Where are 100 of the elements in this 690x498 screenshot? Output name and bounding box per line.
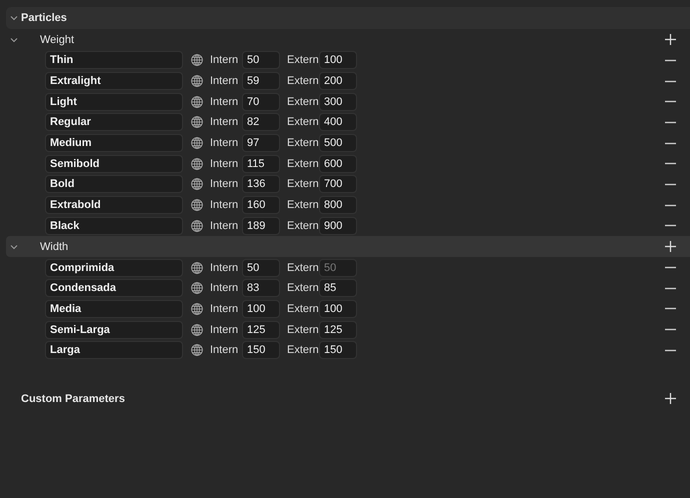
intern-field[interactable]: 50 (242, 258, 280, 277)
extern-field[interactable]: 100 (319, 300, 357, 318)
globe-icon[interactable] (191, 220, 203, 232)
minus-icon[interactable] (665, 100, 676, 104)
group-title: Weight (40, 34, 76, 46)
intern-label: Intern (210, 262, 240, 274)
extern-field[interactable]: 85 (319, 279, 357, 298)
extern-field[interactable]: 100 (319, 51, 357, 70)
name-field[interactable]: Black (45, 216, 183, 235)
extern-label: Extern (287, 158, 317, 170)
name-field[interactable]: Semi-Larga (45, 320, 183, 339)
plus-icon[interactable] (665, 241, 676, 252)
minus-icon[interactable] (665, 162, 676, 166)
extern-field[interactable]: 125 (319, 320, 357, 339)
extern-field[interactable]: 50 (319, 258, 357, 277)
globe-icon[interactable] (191, 178, 203, 190)
globe-icon[interactable] (191, 282, 203, 294)
globe-icon[interactable] (191, 302, 203, 315)
minus-icon[interactable] (665, 204, 676, 207)
globe-icon[interactable] (191, 262, 203, 274)
name-field[interactable]: Extrabold (45, 196, 183, 214)
extern-field[interactable]: 150 (319, 341, 357, 360)
chevron-icon[interactable] (10, 36, 18, 44)
intern-field[interactable]: 59 (242, 72, 280, 90)
intern-field[interactable]: 100 (242, 300, 280, 318)
intern-field[interactable]: 97 (242, 134, 280, 152)
minus-icon[interactable] (665, 307, 676, 310)
intern-label: Intern (210, 75, 240, 88)
minus-icon[interactable] (665, 328, 676, 332)
minus-icon[interactable] (665, 120, 676, 124)
chevron-icon[interactable] (10, 242, 18, 251)
plus-icon[interactable] (665, 34, 676, 45)
minus-icon[interactable] (665, 142, 676, 145)
minus-icon[interactable] (665, 58, 676, 62)
extern-label: Extern (287, 75, 317, 88)
extern-label: Extern (287, 137, 317, 150)
extern-label: Extern (287, 324, 317, 336)
extern-label: Extern (287, 96, 317, 108)
minus-icon[interactable] (665, 286, 676, 290)
minus-icon[interactable] (665, 80, 676, 83)
extern-label: Extern (287, 344, 317, 356)
intern-field[interactable]: 83 (242, 279, 280, 298)
globe-icon[interactable] (191, 75, 203, 88)
extern-field[interactable]: 700 (319, 175, 357, 194)
extern-field[interactable]: 900 (319, 216, 357, 235)
intern-label: Intern (210, 282, 240, 294)
extern-field[interactable]: 300 (319, 92, 357, 111)
name-field[interactable]: Media (45, 300, 183, 318)
name-field[interactable]: Comprimida (45, 258, 183, 277)
intern-field[interactable]: 50 (242, 51, 280, 70)
name-field[interactable]: Extralight (45, 72, 183, 90)
intern-label: Intern (210, 137, 240, 150)
plus-icon[interactable] (665, 393, 676, 404)
intern-field[interactable]: 70 (242, 92, 280, 111)
extern-label: Extern (287, 54, 317, 66)
extern-label: Extern (287, 116, 317, 128)
name-field[interactable]: Regular (45, 113, 183, 132)
extern-field[interactable]: 800 (319, 196, 357, 214)
intern-field[interactable]: 115 (242, 154, 280, 173)
globe-icon[interactable] (191, 54, 203, 66)
minus-icon[interactable] (665, 224, 676, 228)
extern-field[interactable]: 200 (319, 72, 357, 90)
extern-field[interactable]: 500 (319, 134, 357, 152)
intern-label: Intern (210, 116, 240, 128)
name-field[interactable]: Bold (45, 175, 183, 194)
extern-label: Extern (287, 302, 317, 315)
name-field[interactable]: Larga (45, 341, 183, 360)
intern-field[interactable]: 189 (242, 216, 280, 235)
extern-field[interactable]: 400 (319, 113, 357, 132)
globe-icon[interactable] (191, 158, 203, 170)
intern-field[interactable]: 82 (242, 113, 280, 132)
name-field[interactable]: Light (45, 92, 183, 111)
intern-label: Intern (210, 54, 240, 66)
minus-icon[interactable] (665, 348, 676, 352)
intern-field[interactable]: 136 (242, 175, 280, 194)
intern-field[interactable]: 160 (242, 196, 280, 214)
minus-icon[interactable] (665, 266, 676, 270)
extern-field[interactable]: 600 (319, 154, 357, 173)
name-field[interactable]: Medium (45, 134, 183, 152)
name-field[interactable]: Semibold (45, 154, 183, 173)
group-header[interactable]: Weight (6, 29, 690, 50)
minus-icon[interactable] (665, 182, 676, 186)
chevron-icon[interactable] (10, 14, 18, 22)
globe-icon[interactable] (191, 116, 203, 128)
globe-icon[interactable] (191, 137, 203, 150)
intern-label: Intern (210, 158, 240, 170)
group-header[interactable]: Width (6, 236, 690, 258)
intern-field[interactable]: 150 (242, 341, 280, 360)
name-field[interactable]: Condensada (45, 279, 183, 298)
globe-icon[interactable] (191, 96, 203, 108)
globe-icon[interactable] (191, 344, 203, 356)
intern-field[interactable]: 125 (242, 320, 280, 339)
extern-label: Extern (287, 220, 317, 232)
intern-label: Intern (210, 96, 240, 108)
intern-label: Intern (210, 199, 240, 212)
name-field[interactable]: Thin (45, 51, 183, 70)
globe-icon[interactable] (191, 324, 203, 336)
extern-label: Extern (287, 178, 317, 190)
globe-icon[interactable] (191, 199, 203, 212)
extern-label: Extern (287, 262, 317, 274)
